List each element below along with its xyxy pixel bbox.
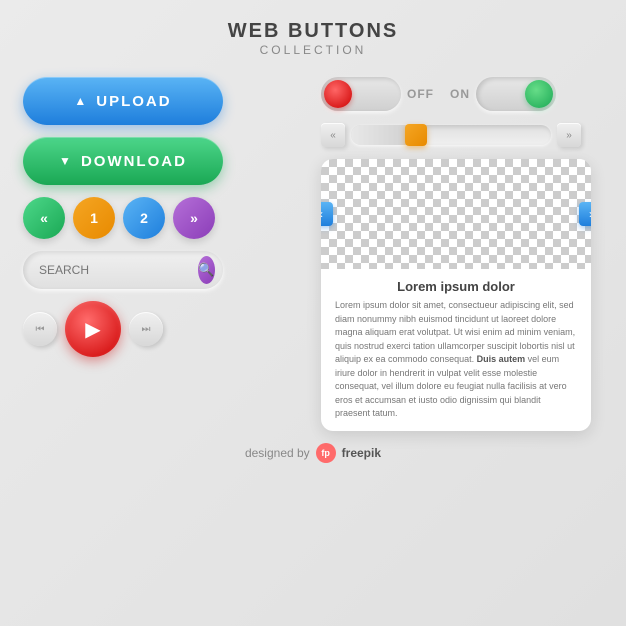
slider-container: « »	[321, 123, 603, 147]
card-prev-button[interactable]: ‹	[321, 202, 333, 226]
page-2-label: 2	[140, 210, 148, 226]
page-header: WEB BUTTONS COLLECTION	[228, 20, 399, 57]
left-column: UPLOAD DOWNLOAD « 1 2 »	[23, 77, 305, 431]
slider-left-button[interactable]: «	[321, 123, 345, 147]
card-image: ‹ ›	[321, 159, 591, 269]
media-player: ⏮ ▶ ⏭	[23, 301, 163, 357]
play-icon: ▶	[85, 317, 100, 342]
toggle-off-container: OFF	[321, 77, 434, 111]
slider-left-icon: «	[330, 130, 336, 141]
toggle-off-switch[interactable]	[321, 77, 401, 111]
page-subtitle: COLLECTION	[228, 43, 399, 57]
slider-thumb[interactable]	[405, 124, 427, 146]
right-column: OFF ON « »	[321, 77, 603, 431]
double-left-icon: «	[40, 210, 48, 226]
search-icon: 🔍	[198, 262, 214, 278]
prev-icon: ⏮	[36, 324, 45, 335]
card-title: Lorem ipsum dolor	[335, 279, 577, 294]
slider-right-button[interactable]: »	[557, 123, 581, 147]
download-button[interactable]: DOWNLOAD	[23, 137, 223, 185]
prev-double-button[interactable]: «	[23, 197, 65, 239]
page-1-button[interactable]: 1	[73, 197, 115, 239]
toggle-on-label: ON	[450, 87, 470, 101]
content-grid: UPLOAD DOWNLOAD « 1 2 »	[23, 77, 603, 431]
footer: designed by fp freepik	[245, 443, 381, 463]
page-2-button[interactable]: 2	[123, 197, 165, 239]
slider-right-icon: »	[566, 130, 572, 141]
designed-by-text: designed by	[245, 446, 310, 460]
toggle-off-circle	[324, 80, 352, 108]
search-input[interactable]	[39, 263, 194, 277]
media-prev-button[interactable]: ⏮	[23, 312, 57, 346]
double-right-icon: »	[190, 210, 198, 226]
page-1-label: 1	[90, 210, 98, 226]
slider-track[interactable]	[351, 125, 551, 145]
media-play-button[interactable]: ▶	[65, 301, 121, 357]
brand-name: freepik	[342, 446, 381, 460]
toggle-on-container: ON	[450, 77, 556, 111]
search-bar: 🔍	[23, 251, 223, 289]
next-icon: ⏭	[142, 324, 151, 335]
next-double-button[interactable]: »	[173, 197, 215, 239]
toggle-on-switch[interactable]	[476, 77, 556, 111]
upload-button[interactable]: UPLOAD	[23, 77, 223, 125]
search-button[interactable]: 🔍	[198, 256, 215, 284]
page-title: WEB BUTTONS	[228, 20, 399, 43]
image-card: ‹ › Lorem ipsum dolor Lorem ipsum dolor …	[321, 159, 591, 431]
toggle-on-circle	[525, 80, 553, 108]
card-body: Lorem ipsum dolor Lorem ipsum dolor sit …	[321, 269, 591, 431]
card-next-button[interactable]: ›	[579, 202, 591, 226]
freepik-logo: fp	[316, 443, 336, 463]
slider-fill	[351, 125, 411, 145]
pagination-row: « 1 2 »	[23, 197, 215, 239]
media-next-button[interactable]: ⏭	[129, 312, 163, 346]
card-text: Lorem ipsum dolor sit amet, consectueur …	[335, 299, 577, 421]
toggle-row: OFF ON	[321, 77, 603, 111]
toggle-off-label: OFF	[407, 87, 434, 101]
